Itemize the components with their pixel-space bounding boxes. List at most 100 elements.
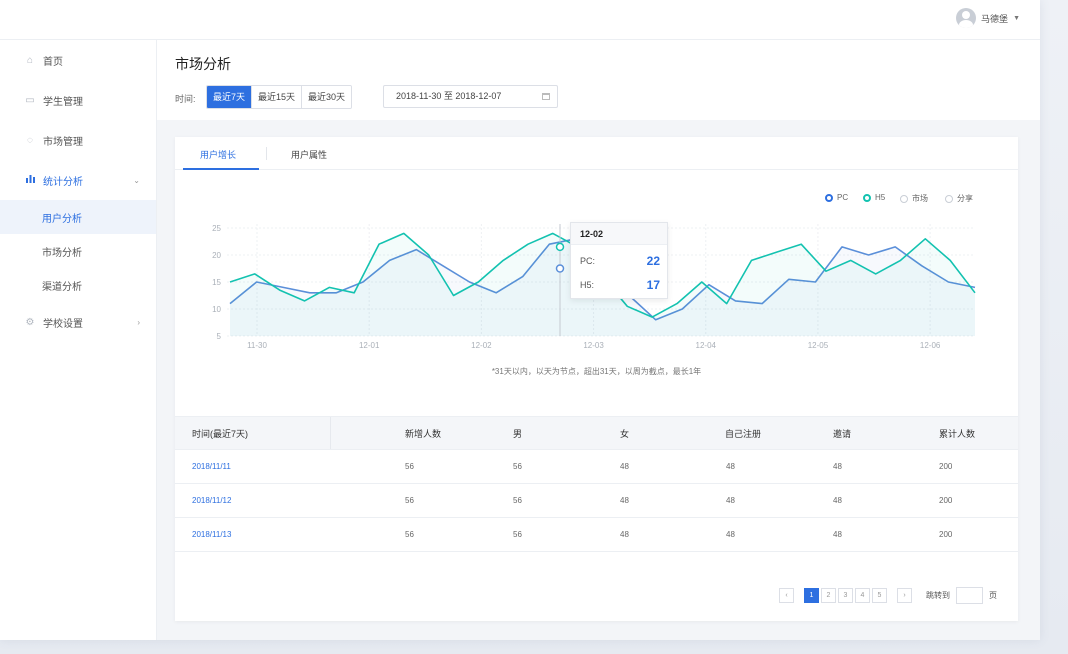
x-tick-label: 12-04 <box>696 341 717 350</box>
page-button[interactable]: 5 <box>872 588 887 603</box>
table-cell: 48 <box>726 530 735 539</box>
page-button[interactable]: 2 <box>821 588 836 603</box>
chart-note: *31天以内，以天为节点，超出31天，以周为截点，最长1年 <box>491 367 702 376</box>
sidebar: ⌂ 首页 ▭ 学生管理 ◌ 市场管理 统计分析 ⌄ 用户分析 市场分析 渠道分析… <box>0 40 157 640</box>
range-7-days-button[interactable]: 最近7天 <box>207 86 253 108</box>
home-icon: ⌂ <box>26 54 34 66</box>
top-bar: 马德堡 ▼ <box>0 0 1040 40</box>
x-tick-label: 12-05 <box>808 341 829 350</box>
avatar <box>956 8 977 28</box>
column-header: 邀请 <box>833 429 852 439</box>
data-table: 时间(最近7天) 新增人数 男 女 自己注册 邀请 累计人数 2018/11/1… <box>175 416 1018 552</box>
date-range-value: 2018-11-30 至 2018-12-07 <box>396 91 502 101</box>
column-header: 累计人数 <box>939 429 976 439</box>
page-header: 市场分析 时间: 最近7天 最近15天 最近30天 2018-11-30 至 2… <box>157 40 1040 120</box>
table-cell: 56 <box>405 530 414 539</box>
x-tick-label: 12-02 <box>471 341 492 350</box>
sidebar-subitem-label: 渠道分析 <box>42 281 82 293</box>
pagination: ‹ 1 2 3 4 5 › 跳转到 页 <box>779 587 997 604</box>
bar-chart-icon <box>23 174 37 186</box>
user-name: 马德堡 <box>981 13 1009 24</box>
sidebar-item-label: 市场管理 <box>43 136 83 148</box>
sidebar-subitem-channel-analysis[interactable]: 渠道分析 <box>0 268 156 302</box>
list-icon: ▭ <box>25 94 35 106</box>
table-cell: 56 <box>513 530 522 539</box>
column-header: 时间(最近7天) <box>192 429 248 439</box>
sidebar-item-label: 统计分析 <box>43 176 83 188</box>
table-cell-date[interactable]: 2018/11/12 <box>192 484 231 518</box>
chart-tooltip: 12-02 PC: 22 H5: 17 <box>570 222 668 299</box>
y-tick-label: 10 <box>212 305 221 314</box>
next-page-button[interactable]: › <box>897 588 912 603</box>
table-cell: 56 <box>405 496 414 505</box>
x-tick-label: 12-06 <box>920 341 941 350</box>
page-button[interactable]: 1 <box>804 588 819 603</box>
chevron-down-icon: ⌄ <box>133 175 140 185</box>
caret-down-icon: ▼ <box>1013 14 1020 22</box>
page-button[interactable]: 3 <box>838 588 853 603</box>
table-cell: 200 <box>939 530 953 539</box>
table-cell: 200 <box>939 462 953 471</box>
tooltip-row-value: 17 <box>646 278 660 292</box>
gear-icon: ⚙ <box>25 316 35 328</box>
range-30-days-button[interactable]: 最近30天 <box>302 86 352 108</box>
table-cell: 48 <box>833 530 842 539</box>
time-range-group: 最近7天 最近15天 最近30天 <box>206 85 353 109</box>
x-tick-label: 12-03 <box>583 341 604 350</box>
table-cell: 48 <box>620 496 629 505</box>
sidebar-subitem-market-analysis[interactable]: 市场分析 <box>0 234 156 268</box>
hover-point-h5 <box>555 242 565 252</box>
sidebar-item-school-settings[interactable]: ⚙ 学校设置 › <box>0 302 156 342</box>
table-cell: 48 <box>726 496 735 505</box>
table-cell: 48 <box>620 462 629 471</box>
jump-unit: 页 <box>989 591 997 600</box>
sidebar-item-students[interactable]: ▭ 学生管理 <box>0 80 156 120</box>
sidebar-item-label: 学校设置 <box>43 318 83 330</box>
chevron-right-icon: › <box>137 317 140 327</box>
time-label: 时间: <box>175 94 196 104</box>
user-menu[interactable]: 马德堡 ▼ <box>956 8 1020 28</box>
table-cell: 48 <box>833 496 842 505</box>
jump-label: 跳转到 <box>926 591 950 600</box>
table-row: 2018/11/12 56 56 48 48 48 200 <box>175 484 1018 518</box>
tooltip-row-h5: H5: 17 <box>580 278 660 292</box>
tooltip-title: 12-02 <box>571 223 667 245</box>
sidebar-item-market[interactable]: ◌ 市场管理 <box>0 120 156 160</box>
table-row: 2018/11/11 56 56 48 48 48 200 <box>175 450 1018 484</box>
sidebar-subitem-user-analysis[interactable]: 用户分析 <box>0 200 156 234</box>
jump-page-input[interactable] <box>956 587 983 604</box>
column-header: 自己注册 <box>725 429 762 439</box>
table-cell-date[interactable]: 2018/11/11 <box>192 450 231 484</box>
table-cell: 48 <box>833 462 842 471</box>
sidebar-item-home[interactable]: ⌂ 首页 <box>0 40 156 80</box>
table-cell: 56 <box>405 462 414 471</box>
page-title: 市场分析 <box>175 56 231 72</box>
column-header: 新增人数 <box>405 429 442 439</box>
tooltip-row-pc: PC: 22 <box>580 254 660 268</box>
column-divider <box>330 417 331 449</box>
calendar-icon <box>542 93 550 100</box>
sidebar-item-statistics[interactable]: 统计分析 ⌄ <box>0 160 156 200</box>
prev-page-button[interactable]: ‹ <box>779 588 794 603</box>
table-cell: 48 <box>726 462 735 471</box>
tooltip-row-label: PC: <box>580 256 596 266</box>
sidebar-item-label: 学生管理 <box>43 96 83 108</box>
date-range-picker[interactable]: 2018-11-30 至 2018-12-07 <box>383 85 558 108</box>
sidebar-subitem-label: 用户分析 <box>42 213 82 225</box>
range-15-days-button[interactable]: 最近15天 <box>252 86 303 108</box>
table-cell: 56 <box>513 496 522 505</box>
y-tick-label: 20 <box>212 251 221 260</box>
x-tick-label: 11-30 <box>247 341 267 350</box>
y-tick-label: 25 <box>212 224 221 233</box>
analytics-card: 用户增长 用户属性 PC H5 市场 分享 5 10 15 20 25 11-30 12-0… <box>175 137 1018 621</box>
y-tick-label: 15 <box>212 278 221 287</box>
table-cell-date[interactable]: 2018/11/13 <box>192 518 231 552</box>
table-row: 2018/11/13 56 56 48 48 48 200 <box>175 518 1018 552</box>
table-cell: 56 <box>513 462 522 471</box>
column-header: 女 <box>620 429 630 439</box>
page-button[interactable]: 4 <box>855 588 870 603</box>
tooltip-row-value: 22 <box>646 254 660 268</box>
y-tick-label: 5 <box>217 332 222 341</box>
column-header: 男 <box>513 429 523 439</box>
x-tick-label: 12-01 <box>359 341 380 350</box>
